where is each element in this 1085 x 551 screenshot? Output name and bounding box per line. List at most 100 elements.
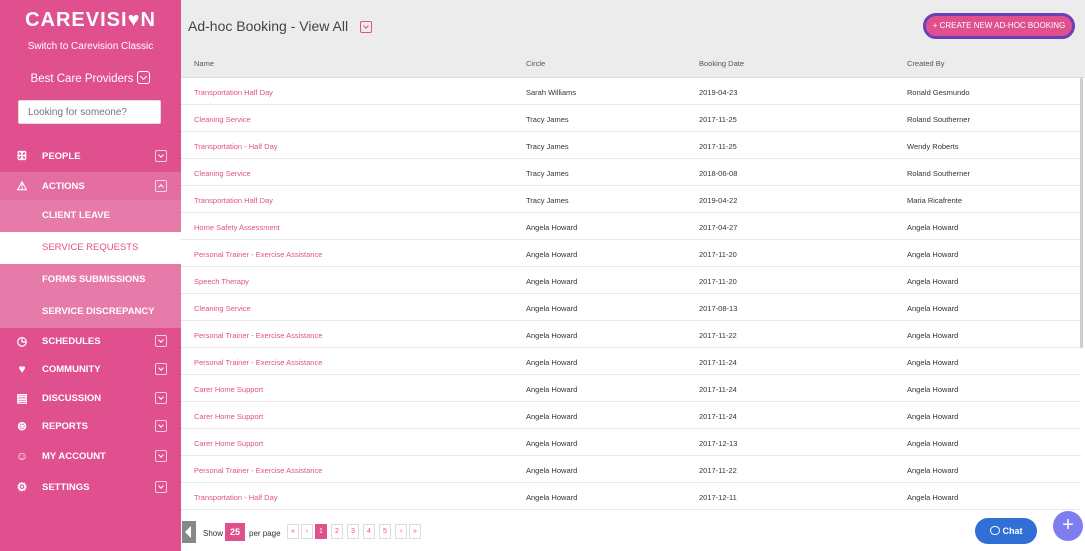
table-row[interactable]: Transportation - Half Day Tracy James 2017…: [181, 132, 1081, 159]
booking-name-link[interactable]: Personal Trainer - Exercise Assistance: [194, 331, 322, 340]
table-row[interactable]: Carer Home Support Angela Howard 2017-11-2…: [181, 375, 1081, 402]
chat-bubble-icon: [989, 526, 1000, 535]
column-header-circle[interactable]: Circle: [526, 59, 545, 68]
booking-name-link[interactable]: Personal Trainer - Exercise Assistance: [194, 358, 322, 367]
column-header-created-by[interactable]: Created By: [907, 59, 945, 68]
chevron-down-icon[interactable]: [155, 450, 167, 462]
page-2-button[interactable]: 2: [331, 524, 343, 539]
booking-date-cell: 2017-11-24: [699, 358, 737, 367]
booking-name-link[interactable]: Carer Home Support: [194, 439, 263, 448]
table-row[interactable]: Speech Therapy Angela Howard 2017-11-20 Ang…: [181, 267, 1081, 294]
chevron-up-icon[interactable]: [155, 180, 167, 192]
switch-classic-link[interactable]: Switch to Carevision Classic: [0, 41, 181, 52]
column-header-name[interactable]: Name: [194, 59, 214, 68]
table-row[interactable]: Carer Home Support Angela Howard 2017-12-1…: [181, 429, 1081, 456]
hearts-icon: ♥: [18, 362, 26, 376]
nav-actions[interactable]: ⚠ ACTIONS: [0, 172, 181, 200]
next-page-button[interactable]: ›: [395, 524, 407, 539]
carevision-logo[interactable]: CAREVISI♥N: [0, 9, 181, 32]
table-row[interactable]: Personal Trainer - Exercise Assistance An…: [181, 348, 1081, 375]
table-row[interactable]: Personal Trainer - Exercise Assistance An…: [181, 456, 1081, 483]
page-1-button[interactable]: 1: [315, 524, 327, 539]
booking-name-link[interactable]: Carer Home Support: [194, 385, 263, 394]
reports-icon: ⊛: [16, 419, 28, 433]
search-input[interactable]: [18, 100, 161, 124]
booking-date-cell: 2017-11-20: [699, 277, 737, 286]
chevron-down-icon[interactable]: [155, 481, 167, 493]
nav-community-label: COMMUNITY: [42, 363, 101, 375]
booking-name-link[interactable]: Home Safety Assessment: [194, 223, 280, 232]
booking-name-link[interactable]: Transportation Half Day: [194, 88, 273, 97]
collapse-sidebar-arrow-icon[interactable]: [182, 521, 196, 543]
last-page-button[interactable]: »: [409, 524, 421, 539]
booking-date-cell: 2017-11-22: [699, 331, 737, 340]
circle-cell: Angela Howard: [526, 223, 578, 232]
nav-service-discrepancy[interactable]: SERVICE DISCREPANCY: [0, 296, 181, 328]
chevron-down-icon[interactable]: [155, 420, 167, 432]
created-by-cell: Angela Howard: [907, 493, 959, 502]
chevron-down-icon[interactable]: [360, 21, 372, 33]
show-label: Show: [203, 529, 224, 538]
nav-settings[interactable]: ⚙ SETTINGS: [0, 473, 181, 501]
booking-name-link[interactable]: Cleaning Service: [194, 169, 251, 178]
booking-date-cell: 2017-11-25: [699, 142, 737, 151]
nav-people[interactable]: ꕥ PEOPLE: [0, 142, 181, 170]
booking-name-link[interactable]: Transportation - Half Day: [194, 493, 278, 502]
table-row[interactable]: Cleaning Service Tracy James 2018-06-08 Rol…: [181, 159, 1081, 186]
nav-client-leave[interactable]: CLIENT LEAVE: [0, 200, 181, 232]
column-header-booking-date[interactable]: Booking Date: [699, 59, 744, 68]
table-row[interactable]: Transportation - Half Day Angela Howard 20…: [181, 483, 1081, 510]
booking-date-cell: 2017-12-13: [699, 439, 738, 448]
table-row[interactable]: Transportation Half Day Sarah Williams 201…: [181, 78, 1081, 105]
booking-date-cell: 2017-11-22: [699, 466, 737, 475]
page-5-button[interactable]: 5: [379, 524, 391, 539]
table-row[interactable]: Personal Trainer - Exercise Assistance An…: [181, 240, 1081, 267]
booking-name-link[interactable]: Transportation - Half Day: [194, 142, 278, 151]
nav-schedules-label: SCHEDULES: [42, 335, 101, 347]
booking-date-cell: 2017-08-13: [699, 304, 738, 313]
chevron-down-icon[interactable]: [137, 71, 151, 84]
add-fab-button[interactable]: +: [1053, 511, 1083, 541]
table-row[interactable]: Transportation Half Day Tracy James 2019-0…: [181, 186, 1081, 213]
circle-cell: Angela Howard: [526, 412, 578, 421]
page-3-button[interactable]: 3: [347, 524, 359, 539]
provider-selector[interactable]: Best Care Providers: [0, 71, 181, 85]
chevron-down-icon[interactable]: [155, 392, 167, 404]
booking-name-link[interactable]: Transportation Half Day: [194, 196, 273, 205]
table-row[interactable]: Personal Trainer - Exercise Assistance An…: [181, 321, 1081, 348]
per-page-select[interactable]: 25: [225, 523, 245, 541]
created-by-cell: Angela Howard: [907, 466, 959, 475]
nav-schedules[interactable]: ◷ SCHEDULES: [0, 327, 181, 355]
prev-page-button[interactable]: ‹: [301, 524, 313, 539]
table-row[interactable]: Home Safety Assessment Angela Howard 2017-…: [181, 213, 1081, 240]
booking-name-link[interactable]: Personal Trainer - Exercise Assistance: [194, 250, 322, 259]
nav-discussion[interactable]: ▤ DISCUSSION: [0, 384, 181, 412]
create-adhoc-booking-button[interactable]: + CREATE NEW AD-HOC BOOKING: [923, 13, 1075, 39]
chevron-down-icon[interactable]: [155, 335, 167, 347]
booking-name-link[interactable]: Personal Trainer - Exercise Assistance: [194, 466, 322, 475]
created-by-cell: Roland Southerner: [907, 115, 970, 124]
booking-name-link[interactable]: Cleaning Service: [194, 115, 251, 124]
circle-cell: Angela Howard: [526, 493, 578, 502]
booking-name-link[interactable]: Carer Home Support: [194, 412, 263, 421]
vertical-scrollbar[interactable]: [1080, 78, 1083, 348]
circle-cell: Angela Howard: [526, 250, 578, 259]
table-row[interactable]: Carer Home Support Angela Howard 2017-11-2…: [181, 402, 1081, 429]
booking-name-link[interactable]: Cleaning Service: [194, 304, 251, 313]
nav-community[interactable]: ♥ COMMUNITY: [0, 355, 181, 383]
nav-reports[interactable]: ⊛ REPORTS: [0, 412, 181, 440]
nav-settings-label: SETTINGS: [42, 481, 90, 493]
chevron-down-icon[interactable]: [155, 150, 167, 162]
created-by-cell: Wendy Roberts: [907, 142, 959, 151]
table-row[interactable]: Cleaning Service Angela Howard 2017-08-13 A…: [181, 294, 1081, 321]
chat-button[interactable]: Chat: [975, 518, 1037, 544]
chevron-down-icon[interactable]: [155, 363, 167, 375]
page-4-button[interactable]: 4: [363, 524, 375, 539]
nav-my-account[interactable]: ☺ MY ACCOUNT: [0, 442, 181, 470]
nav-service-requests[interactable]: SERVICE REQUESTS: [0, 232, 181, 264]
people-icon: ꕥ: [16, 148, 28, 163]
booking-name-link[interactable]: Speech Therapy: [194, 277, 249, 286]
nav-forms-submissions[interactable]: FORMS SUBMISSIONS: [0, 264, 181, 296]
first-page-button[interactable]: «: [287, 524, 299, 539]
table-row[interactable]: Cleaning Service Tracy James 2017-11-25 Rol…: [181, 105, 1081, 132]
